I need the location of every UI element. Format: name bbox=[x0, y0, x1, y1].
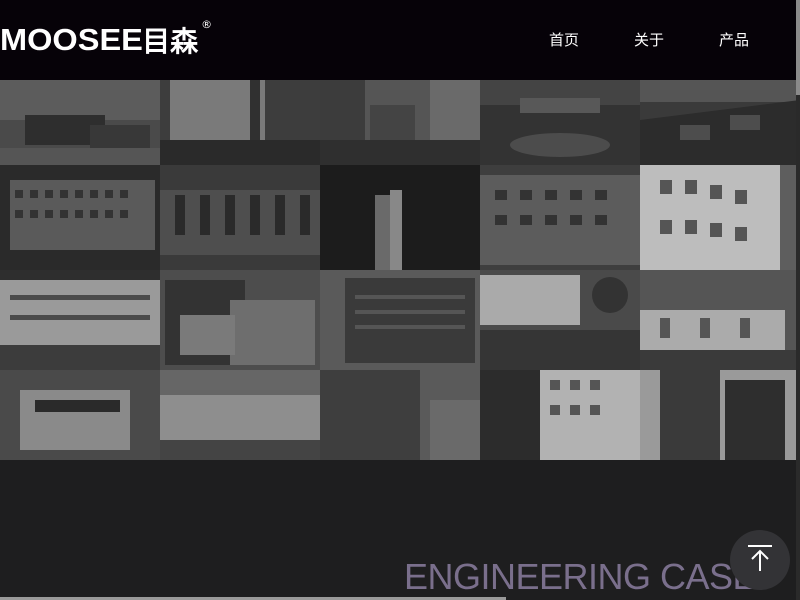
arrow-up-to-line-icon bbox=[745, 543, 775, 577]
site-header: MOOSEE 目森 ® 首页 关于 产品 bbox=[0, 0, 796, 80]
back-to-top-button[interactable] bbox=[730, 530, 790, 590]
case-photo[interactable] bbox=[320, 270, 480, 370]
case-photo[interactable] bbox=[160, 270, 320, 370]
nav-item-home[interactable]: 首页 bbox=[549, 30, 579, 50]
brand-logo-cjk: 目森 bbox=[142, 25, 199, 58]
case-photo[interactable] bbox=[640, 165, 800, 270]
registered-mark: ® bbox=[201, 18, 213, 31]
engineering-case-gallery bbox=[0, 80, 800, 460]
case-photo[interactable] bbox=[640, 270, 800, 370]
case-photo[interactable] bbox=[320, 370, 480, 460]
case-photo[interactable] bbox=[480, 165, 640, 270]
case-photo[interactable] bbox=[320, 165, 480, 270]
brand-logo-latin: MOOSEE bbox=[0, 22, 143, 57]
case-photo[interactable] bbox=[640, 370, 800, 460]
case-photo[interactable] bbox=[0, 270, 160, 370]
case-photo[interactable] bbox=[0, 165, 160, 270]
nav-item-about[interactable]: 关于 bbox=[634, 30, 664, 50]
case-photo[interactable] bbox=[480, 80, 640, 165]
scrollbar-thumb[interactable] bbox=[796, 0, 800, 95]
case-photo[interactable] bbox=[160, 80, 320, 165]
case-photo[interactable] bbox=[160, 165, 320, 270]
brand-logo[interactable]: MOOSEE 目森 ® bbox=[0, 18, 212, 58]
case-photo[interactable] bbox=[0, 370, 160, 460]
case-photo[interactable] bbox=[480, 270, 640, 370]
case-photo[interactable] bbox=[480, 370, 640, 460]
case-photo[interactable] bbox=[0, 80, 160, 165]
case-photo[interactable] bbox=[160, 370, 320, 460]
case-photo[interactable] bbox=[640, 80, 800, 165]
case-photo[interactable] bbox=[320, 80, 480, 165]
section-title: ENGINEERING CASE bbox=[404, 556, 757, 597]
vertical-scrollbar[interactable] bbox=[796, 0, 800, 600]
nav-item-products[interactable]: 产品 bbox=[719, 30, 749, 50]
